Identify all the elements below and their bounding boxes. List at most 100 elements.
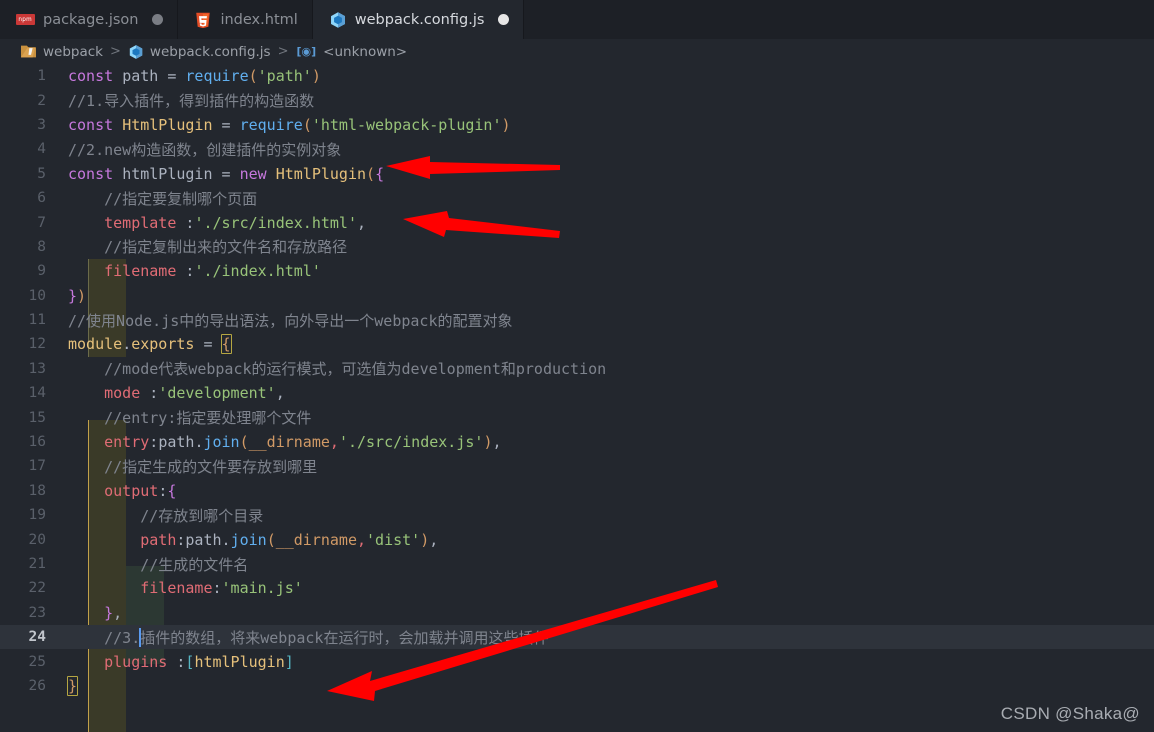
line-number: 1 (37, 68, 46, 85)
code-line-7[interactable]: 7 template :'./src/index.html', (0, 210, 1154, 234)
code-line-content: //指定生成的文件要存放到哪里 (68, 457, 318, 476)
code-editor[interactable]: 1 const path = require('path') 2 //1.导入插… (0, 64, 1154, 732)
code-line-content: }) (68, 286, 87, 305)
code-line-content: } (67, 675, 79, 696)
webpack-icon (128, 44, 144, 60)
line-number: 17 (28, 458, 46, 475)
code-line-21[interactable]: 21 //生成的文件名 (0, 552, 1154, 576)
line-number: 7 (37, 214, 46, 231)
code-line-content: //1.导入插件，得到插件的构造函数 (68, 92, 315, 111)
line-number: 18 (28, 482, 46, 499)
code-line-5[interactable]: 5 const htmlPlugin = new HtmlPlugin({ (0, 162, 1154, 186)
symbol-icon: [◉] (296, 45, 317, 58)
code-line-content: const path = require('path') (68, 67, 321, 86)
line-number: 19 (28, 507, 46, 524)
line-number: 12 (28, 336, 46, 353)
watermark: CSDN @Shaka@ (1000, 704, 1140, 723)
line-number: 10 (28, 287, 46, 304)
code-line-content: path:path.join(__dirname,'dist'), (140, 530, 439, 549)
line-number: 3 (37, 116, 46, 133)
line-number: 26 (28, 677, 46, 694)
code-line-content: plugins :[htmlPlugin] (104, 652, 294, 671)
tab-bar-empty-area (524, 0, 1154, 39)
line-number: 11 (28, 312, 46, 329)
line-number: 4 (37, 141, 46, 158)
code-line-content: //使用Node.js中的导出语法，向外导出一个webpack的配置对象 (68, 311, 513, 330)
tab-label: package.json (43, 11, 139, 28)
code-line-22[interactable]: 22 filename:'main.js' (0, 576, 1154, 600)
code-line-content: //3.插件的数组，将来webpack在运行时，会加载并调用这些插件 (68, 627, 549, 647)
line-number: 21 (28, 556, 46, 572)
code-line-content: //2.new构造函数，创建插件的实例对象 (68, 140, 342, 159)
code-line-8[interactable]: 8 //指定复制出来的文件名和存放路径 (0, 235, 1154, 259)
npm-icon: npm (16, 14, 35, 25)
code-line-1[interactable]: 1 const path = require('path') (0, 64, 1154, 88)
code-line-content: const htmlPlugin = new HtmlPlugin({ (68, 164, 385, 183)
breadcrumb-separator: > (110, 44, 121, 59)
code-line-content: //生成的文件名 (68, 555, 249, 574)
line-number: 13 (28, 360, 46, 377)
line-number: 25 (28, 653, 46, 670)
code-line-26[interactable]: 26 } (0, 674, 1154, 698)
webpack-icon (329, 11, 347, 29)
code-line-content: }, (104, 603, 123, 622)
line-number: 24 (28, 629, 46, 646)
line-number: 16 (28, 434, 46, 451)
line-number: 15 (28, 409, 46, 426)
code-line-content: module.exports = { (68, 334, 232, 355)
tab-package-json[interactable]: npm package.json (0, 0, 179, 39)
code-line-19[interactable]: 19 //存放到哪个目录 (0, 503, 1154, 527)
code-line-content: filename:'main.js' (140, 579, 303, 598)
breadcrumb-item-unknown-symbol[interactable]: [◉] <unknown> (296, 44, 408, 60)
code-line-content: template :'./src/index.html', (104, 213, 367, 232)
code-line-content: mode :'development', (104, 384, 285, 403)
tab-index-html[interactable]: index.html (178, 0, 313, 39)
code-line-11[interactable]: 11 //使用Node.js中的导出语法，向外导出一个webpack的配置对象 (0, 308, 1154, 332)
code-line-content: //mode代表webpack的运行模式，可选值为development和pro… (68, 360, 607, 379)
breadcrumb-item-webpack-config-js[interactable]: webpack.config.js (128, 44, 271, 60)
code-line-24[interactable]: 24 //3.插件的数组，将来webpack在运行时，会加载并调用这些插件 (0, 624, 1154, 650)
code-line-3[interactable]: 3 const HtmlPlugin = require('html-webpa… (0, 113, 1154, 137)
code-line-9[interactable]: 9 filename :'./index.html' (0, 259, 1154, 283)
code-line-content: //entry:指定要处理哪个文件 (68, 409, 312, 428)
code-line-content: //指定要复制哪个页面 (68, 189, 258, 208)
html5-icon (194, 11, 212, 29)
code-line-23[interactable]: 23 }, (0, 601, 1154, 625)
code-line-17[interactable]: 17 //指定生成的文件要存放到哪里 (0, 454, 1154, 478)
breadcrumb: webpack > webpack.config.js > [◉] <unkno… (0, 39, 1154, 64)
code-line-14[interactable]: 14 mode :'development', (0, 381, 1154, 405)
code-line-4[interactable]: 4 //2.new构造函数，创建插件的实例对象 (0, 137, 1154, 161)
tab-label: index.html (220, 11, 298, 28)
tab-dirty-indicator[interactable] (152, 14, 164, 25)
code-line-15[interactable]: 15 //entry:指定要处理哪个文件 (0, 405, 1154, 429)
line-number: 5 (37, 165, 46, 182)
code-line-content: const HtmlPlugin = require('html-webpack… (68, 115, 511, 134)
code-line-20[interactable]: 20 path:path.join(__dirname,'dist'), (0, 527, 1154, 551)
code-line-content: //存放到哪个目录 (68, 506, 264, 525)
code-line-2[interactable]: 2 //1.导入插件，得到插件的构造函数 (0, 88, 1154, 112)
code-line-12[interactable]: 12 module.exports = { (0, 332, 1154, 356)
code-line-13[interactable]: 13 //mode代表webpack的运行模式，可选值为development和… (0, 357, 1154, 381)
line-number: 8 (37, 238, 46, 255)
code-line-content: output:{ (104, 481, 177, 500)
editor-tab-bar: npm package.json index.html webpack.conf… (0, 0, 1154, 39)
code-line-6[interactable]: 6 //指定要复制哪个页面 (0, 186, 1154, 210)
line-number: 23 (28, 604, 46, 621)
code-line-content: entry:path.join(__dirname,'./src/index.j… (104, 433, 502, 452)
breadcrumb-item-webpack[interactable]: webpack (20, 44, 103, 60)
code-line-16[interactable]: 16 entry:path.join(__dirname,'./src/inde… (0, 430, 1154, 454)
code-line-10[interactable]: 10 }) (0, 284, 1154, 308)
code-line-25[interactable]: 25 plugins :[htmlPlugin] (0, 649, 1154, 673)
folder-icon (20, 44, 37, 59)
breadcrumb-separator: > (277, 44, 289, 59)
code-line-content: filename :'./index.html' (104, 262, 321, 281)
tab-dirty-indicator[interactable] (498, 14, 510, 25)
code-line-content: //指定复制出来的文件名和存放路径 (68, 238, 348, 257)
breadcrumb-label: webpack.config.js (149, 43, 271, 60)
line-number: 2 (37, 92, 46, 109)
line-number: 6 (37, 190, 46, 207)
line-number: 14 (28, 385, 46, 402)
tab-label: webpack.config.js (354, 11, 485, 28)
tab-webpack-config-js[interactable]: webpack.config.js (312, 0, 525, 39)
code-line-18[interactable]: 18 output:{ (0, 479, 1154, 503)
